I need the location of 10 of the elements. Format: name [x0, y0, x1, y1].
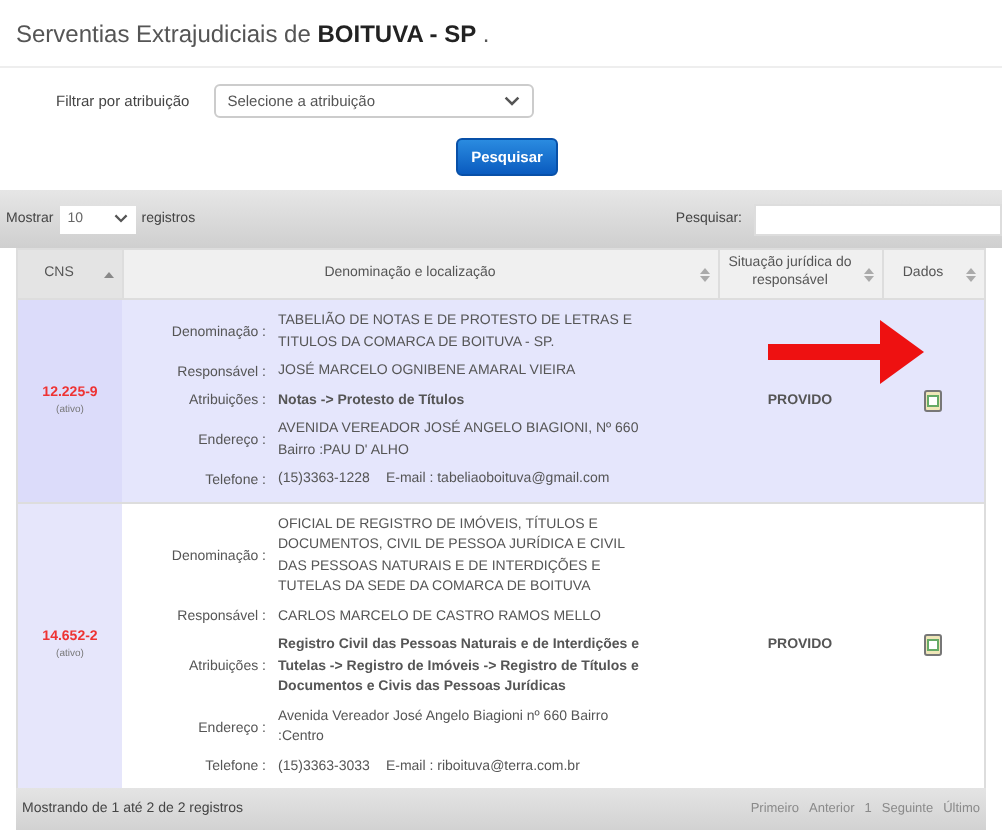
search-field[interactable]	[754, 203, 1002, 235]
sort-icon[interactable]	[700, 267, 710, 281]
page-title: Serventias Extrajudiciais de BOITUVA - SP .	[16, 20, 492, 48]
sort-up-icon[interactable]	[104, 267, 114, 281]
chevron-down-icon	[503, 96, 520, 106]
sort-icon[interactable]	[864, 267, 874, 281]
document-icon[interactable]	[924, 634, 942, 657]
chevron-down-icon	[113, 214, 128, 224]
sort-icon[interactable]	[966, 267, 976, 281]
document-icon[interactable]	[924, 389, 942, 412]
